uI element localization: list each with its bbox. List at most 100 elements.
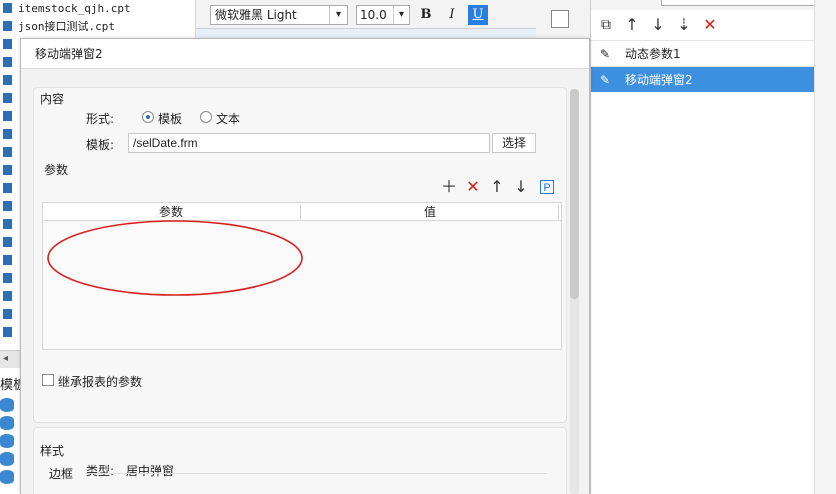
database-icon xyxy=(0,398,14,412)
report-file-icon xyxy=(3,3,12,13)
template-path-input[interactable]: /selDate.frm xyxy=(128,133,490,153)
report-file-icon xyxy=(3,219,12,229)
tree-item-partial[interactable] xyxy=(0,252,18,270)
tree-item-label: json接口测试.cpt xyxy=(18,20,115,33)
popup-type-value: 居中弹窗 xyxy=(126,464,175,478)
italic-button[interactable]: I xyxy=(442,5,462,25)
tree-item-partial[interactable] xyxy=(0,306,18,324)
report-file-icon xyxy=(3,183,12,193)
right-panel-scrollbar[interactable] xyxy=(814,0,836,494)
tree-item-partial[interactable] xyxy=(0,54,18,72)
copy-icon[interactable]: ⧉ xyxy=(595,14,617,36)
scroll-left-arrow-icon[interactable]: ◂ xyxy=(3,353,8,364)
delete-icon[interactable]: ✕ xyxy=(699,14,721,36)
popup-type-label: 类型: xyxy=(86,464,115,478)
report-file-icon xyxy=(3,147,12,157)
radio-text-label[interactable]: 文本 xyxy=(216,110,240,127)
radio-text[interactable] xyxy=(200,111,212,123)
hyperlink-item-label: 移动端弹窗2 xyxy=(625,73,693,87)
tree-item-partial[interactable] xyxy=(0,90,18,108)
database-icon xyxy=(0,434,14,448)
edit-pen-icon: ✎ xyxy=(599,47,611,61)
chevron-down-icon[interactable]: ▾ xyxy=(393,6,409,24)
chevron-down-icon[interactable]: ▾ xyxy=(329,6,347,24)
arrow-up-icon[interactable]: ↑ xyxy=(621,14,643,36)
delete-icon[interactable]: ✕ xyxy=(464,178,482,196)
style-group: 样式 类型: 居中弹窗 xyxy=(33,427,567,494)
hyperlink-item[interactable]: ✎ 动态参数1 xyxy=(591,40,815,66)
dialog-body: 内容 形式: 模板 文本 模板: /selDate.frm 选择 参数 ＋ ✕ … xyxy=(21,69,589,494)
tree-item-partial[interactable] xyxy=(0,216,18,234)
radio-template-label[interactable]: 模板 xyxy=(158,110,182,127)
report-file-icon xyxy=(3,201,12,211)
hyperlink-item-selected[interactable]: ✎ 移动端弹窗2 xyxy=(591,66,815,92)
tree-item-partial[interactable] xyxy=(0,72,18,90)
report-file-icon xyxy=(3,57,12,67)
arrow-down-icon[interactable]: ↓ xyxy=(647,14,669,36)
content-section-title: 内容 xyxy=(40,92,65,106)
border-section-divider xyxy=(85,473,547,474)
template-label: 模板: xyxy=(86,138,115,152)
report-file-icon xyxy=(3,21,12,31)
report-file-icon xyxy=(3,291,12,301)
underline-button[interactable]: U xyxy=(468,5,488,25)
arrow-up-icon[interactable]: ↑ xyxy=(488,178,506,196)
form-type-label: 形式: xyxy=(86,112,115,126)
tree-item-partial[interactable] xyxy=(0,180,18,198)
report-file-icon xyxy=(3,237,12,247)
settings-panel-icon[interactable] xyxy=(551,10,569,28)
database-icon xyxy=(0,470,14,484)
report-file-icon xyxy=(3,75,12,85)
hyperlink-panel-header xyxy=(591,0,836,10)
database-icon xyxy=(0,452,14,466)
arrow-down-icon[interactable]: ↓ xyxy=(512,178,530,196)
border-section-title: 边框 xyxy=(49,467,74,481)
report-file-icon xyxy=(3,165,12,175)
move-bottom-icon[interactable]: ⇣ xyxy=(673,14,695,36)
report-file-icon xyxy=(3,111,12,121)
tree-item-partial[interactable] xyxy=(0,36,18,54)
report-file-icon xyxy=(3,255,12,265)
tree-item-partial[interactable] xyxy=(0,144,18,162)
bold-button[interactable]: B xyxy=(416,5,436,25)
add-icon[interactable]: ＋ xyxy=(440,178,458,196)
edit-pen-icon: ✎ xyxy=(599,73,611,87)
font-family-select[interactable]: 微软雅黑 Light ▾ xyxy=(210,5,348,25)
font-size-value: 10.0 xyxy=(360,8,387,22)
params-section-title: 参数 xyxy=(44,163,69,177)
tree-item-partial[interactable] xyxy=(0,270,18,288)
params-table: 参数 值 xyxy=(42,202,562,350)
tree-item-partial[interactable] xyxy=(0,162,18,180)
database-icon xyxy=(0,416,14,430)
hyperlink-name-field[interactable] xyxy=(661,0,821,6)
report-file-icon xyxy=(3,273,12,283)
red-ellipse-annotation xyxy=(47,220,303,296)
tree-item[interactable]: json接口测试.cpt xyxy=(0,18,115,36)
parameter-icon[interactable]: P xyxy=(540,180,554,194)
report-file-icon xyxy=(3,129,12,139)
report-file-icon xyxy=(3,93,12,103)
tree-item-partial[interactable] xyxy=(0,108,18,126)
choose-button[interactable]: 选择 xyxy=(492,133,536,153)
tree-item-partial[interactable] xyxy=(0,324,18,342)
report-file-icon xyxy=(3,309,12,319)
tree-item[interactable]: itemstock_qjh.cpt xyxy=(0,0,131,18)
inherit-params-label[interactable]: 继承报表的参数 xyxy=(58,373,142,390)
tree-item-label: itemstock_qjh.cpt xyxy=(18,2,131,15)
tree-item-partial[interactable] xyxy=(0,198,18,216)
font-size-select[interactable]: 10.0 ▾ xyxy=(356,5,410,25)
format-toolbar: 微软雅黑 Light ▾ 10.0 ▾ B I U xyxy=(196,0,590,40)
tree-item-partial[interactable] xyxy=(0,288,18,306)
dialog-scrollbar[interactable] xyxy=(570,89,579,494)
style-section-title: 样式 xyxy=(40,444,65,458)
hyperlink-panel: ⧉ ↑ ↓ ⇣ ✕ ✎ 动态参数1 ✎ 移动端弹窗2 xyxy=(590,0,836,494)
tree-item-partial[interactable] xyxy=(0,234,18,252)
dialog-scroll-thumb[interactable] xyxy=(570,89,579,299)
radio-template[interactable] xyxy=(142,111,154,123)
mobile-popup-dialog: 移动端弹窗2 内容 形式: 模板 文本 模板: /selDate.frm 选择 … xyxy=(20,38,590,494)
inherit-params-checkbox[interactable] xyxy=(42,374,54,386)
report-file-icon xyxy=(3,39,12,49)
dialog-title: 移动端弹窗2 xyxy=(21,39,589,69)
column-header-value[interactable]: 值 xyxy=(301,203,559,221)
tree-item-partial[interactable] xyxy=(0,126,18,144)
